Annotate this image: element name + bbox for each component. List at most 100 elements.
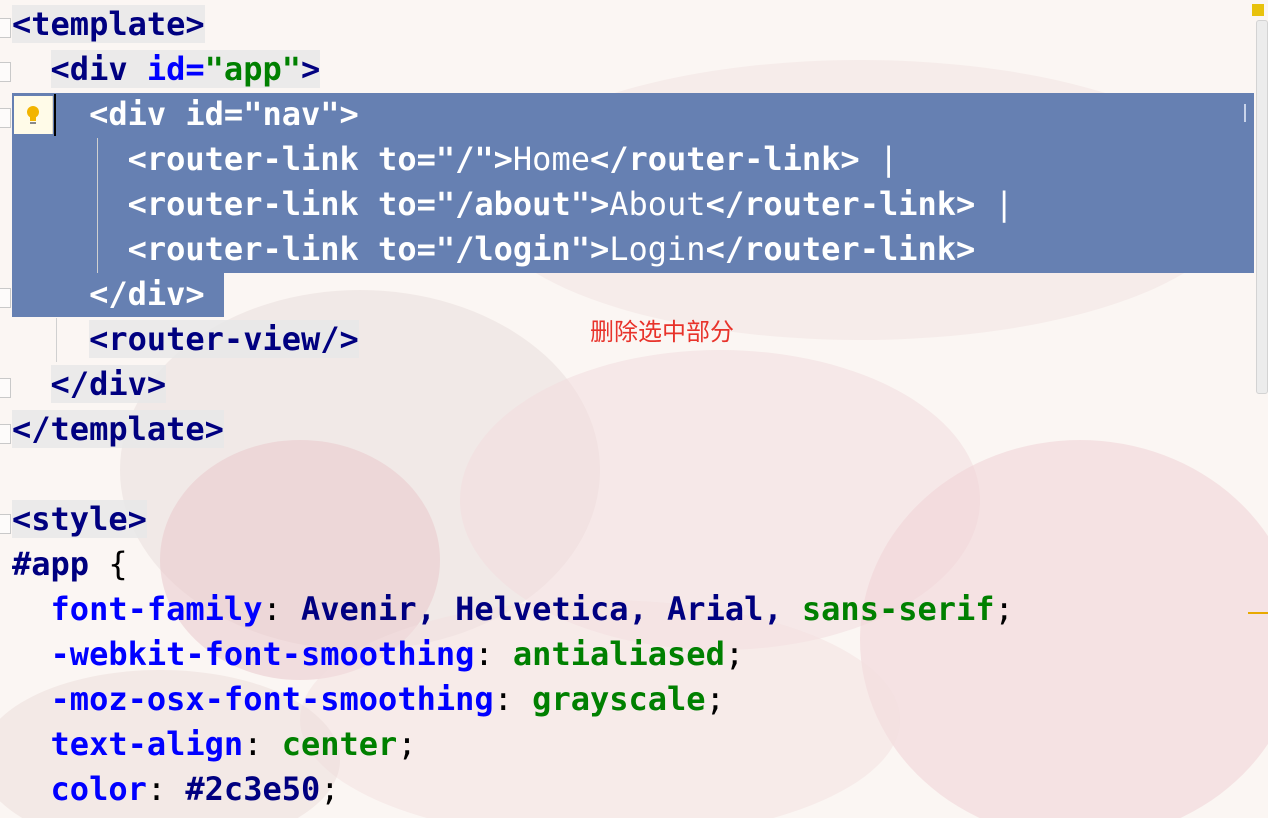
fold-marker[interactable]	[0, 18, 11, 38]
code-token: #2c3e50	[185, 770, 321, 808]
code-token: to=	[378, 185, 436, 223]
code-token: Home	[512, 140, 590, 178]
code-line[interactable]: <router-link to="/">Home</router-link> |	[12, 137, 899, 182]
code-line[interactable]: <router-view/>	[12, 317, 359, 362]
code-token: :	[146, 770, 186, 808]
code-token: :	[262, 590, 301, 628]
code-line[interactable]: <style>	[12, 497, 147, 542]
code-line[interactable]: </div>	[12, 272, 205, 317]
code-token: <router-link	[127, 185, 359, 223]
code-token: "/"	[435, 140, 494, 178]
code-token: <router-view/>	[89, 320, 359, 358]
code-token: </template>	[12, 410, 224, 448]
code-line[interactable]: -moz-osx-font-smoothing: grayscale;	[12, 677, 725, 722]
code-line[interactable]: <template>	[12, 2, 205, 47]
code-token: ;	[724, 635, 745, 673]
code-line[interactable]: font-family: Avenir, Helvetica, Arial, s…	[12, 587, 1014, 632]
code-editor[interactable]: <template> <div id="app"> <div id="nav">…	[0, 0, 1268, 818]
code-token: <router-link	[127, 230, 359, 268]
code-token: ;	[705, 680, 725, 718]
fold-marker[interactable]	[0, 108, 11, 128]
code-token: </router-link>	[589, 140, 860, 178]
fold-marker[interactable]	[0, 378, 11, 398]
code-token: #app	[12, 545, 90, 583]
code-token: >	[339, 95, 359, 133]
code-token: -moz-osx-font-smoothing	[50, 680, 494, 718]
fold-marker[interactable]	[0, 62, 11, 82]
code-token: <template>	[12, 5, 205, 43]
fold-marker[interactable]	[0, 514, 11, 534]
fold-marker[interactable]	[0, 288, 11, 308]
code-token: :	[493, 680, 533, 718]
code-line[interactable]: <router-link to="/about">About</router-l…	[12, 182, 1014, 227]
code-token: text-align	[50, 725, 244, 763]
code-token: About	[609, 185, 706, 223]
code-token: -webkit-font-smoothing	[50, 635, 475, 673]
text-caret	[54, 94, 56, 136]
code-line[interactable]: text-align: center;	[12, 722, 417, 767]
code-token: Login	[609, 230, 706, 268]
code-token: >	[493, 140, 513, 178]
fold-marker[interactable]	[0, 424, 11, 444]
code-token: Avenir, Helvetica, Arial,	[300, 590, 802, 628]
code-token: </router-link>	[705, 185, 976, 223]
code-token: ;	[320, 770, 340, 808]
code-token: <style>	[12, 500, 147, 538]
code-line[interactable]: </template>	[12, 407, 224, 452]
annotation-label: 删除选中部分	[590, 318, 734, 346]
code-token: >	[300, 50, 321, 88]
code-token: </div>	[50, 365, 167, 403]
code-line[interactable]: </div>	[12, 362, 167, 407]
code-line[interactable]: <router-link to="/login">Login</router-l…	[12, 227, 976, 272]
code-line[interactable]: <div id="app">	[12, 47, 321, 92]
code-token: grayscale	[532, 680, 706, 718]
code-token: "/about"	[435, 185, 590, 223]
lightbulb-icon[interactable]	[14, 96, 53, 134]
code-line[interactable]: -webkit-font-smoothing: antialiased;	[12, 632, 745, 677]
code-token: "nav"	[243, 95, 340, 133]
code-token: </router-link>	[705, 230, 976, 268]
code-token: color	[50, 770, 147, 808]
code-token: {	[89, 545, 128, 583]
code-token: :	[243, 725, 282, 763]
code-line[interactable]: <div id="nav">	[12, 92, 359, 137]
code-token: |	[975, 185, 1014, 223]
code-line[interactable]: #app {	[12, 542, 128, 587]
code-token: >	[589, 185, 610, 223]
code-token: font-family	[50, 590, 263, 628]
code-token: <div	[89, 95, 167, 133]
code-token: to=	[378, 230, 436, 268]
editor-gutter	[0, 0, 12, 818]
code-line[interactable]: color: #2c3e50;	[12, 767, 340, 812]
code-token: to=	[378, 140, 436, 178]
code-token: ;	[397, 725, 417, 763]
inspection-status-icon[interactable]	[1252, 4, 1264, 16]
code-token: </div>	[89, 275, 205, 313]
code-token: "app"	[204, 50, 301, 88]
code-token: <div	[50, 50, 128, 88]
code-token: :	[474, 635, 513, 673]
code-token: |	[859, 140, 899, 178]
code-token: id=	[185, 95, 244, 133]
scrollbar-thumb[interactable]	[1256, 20, 1268, 394]
selection-end-marker	[1244, 104, 1246, 122]
code-token	[127, 50, 147, 88]
warning-stripe-marker[interactable]	[1248, 612, 1268, 614]
vertical-scrollbar[interactable]	[1254, 20, 1268, 818]
code-token: center	[281, 725, 398, 763]
code-token: <router-link	[127, 140, 359, 178]
